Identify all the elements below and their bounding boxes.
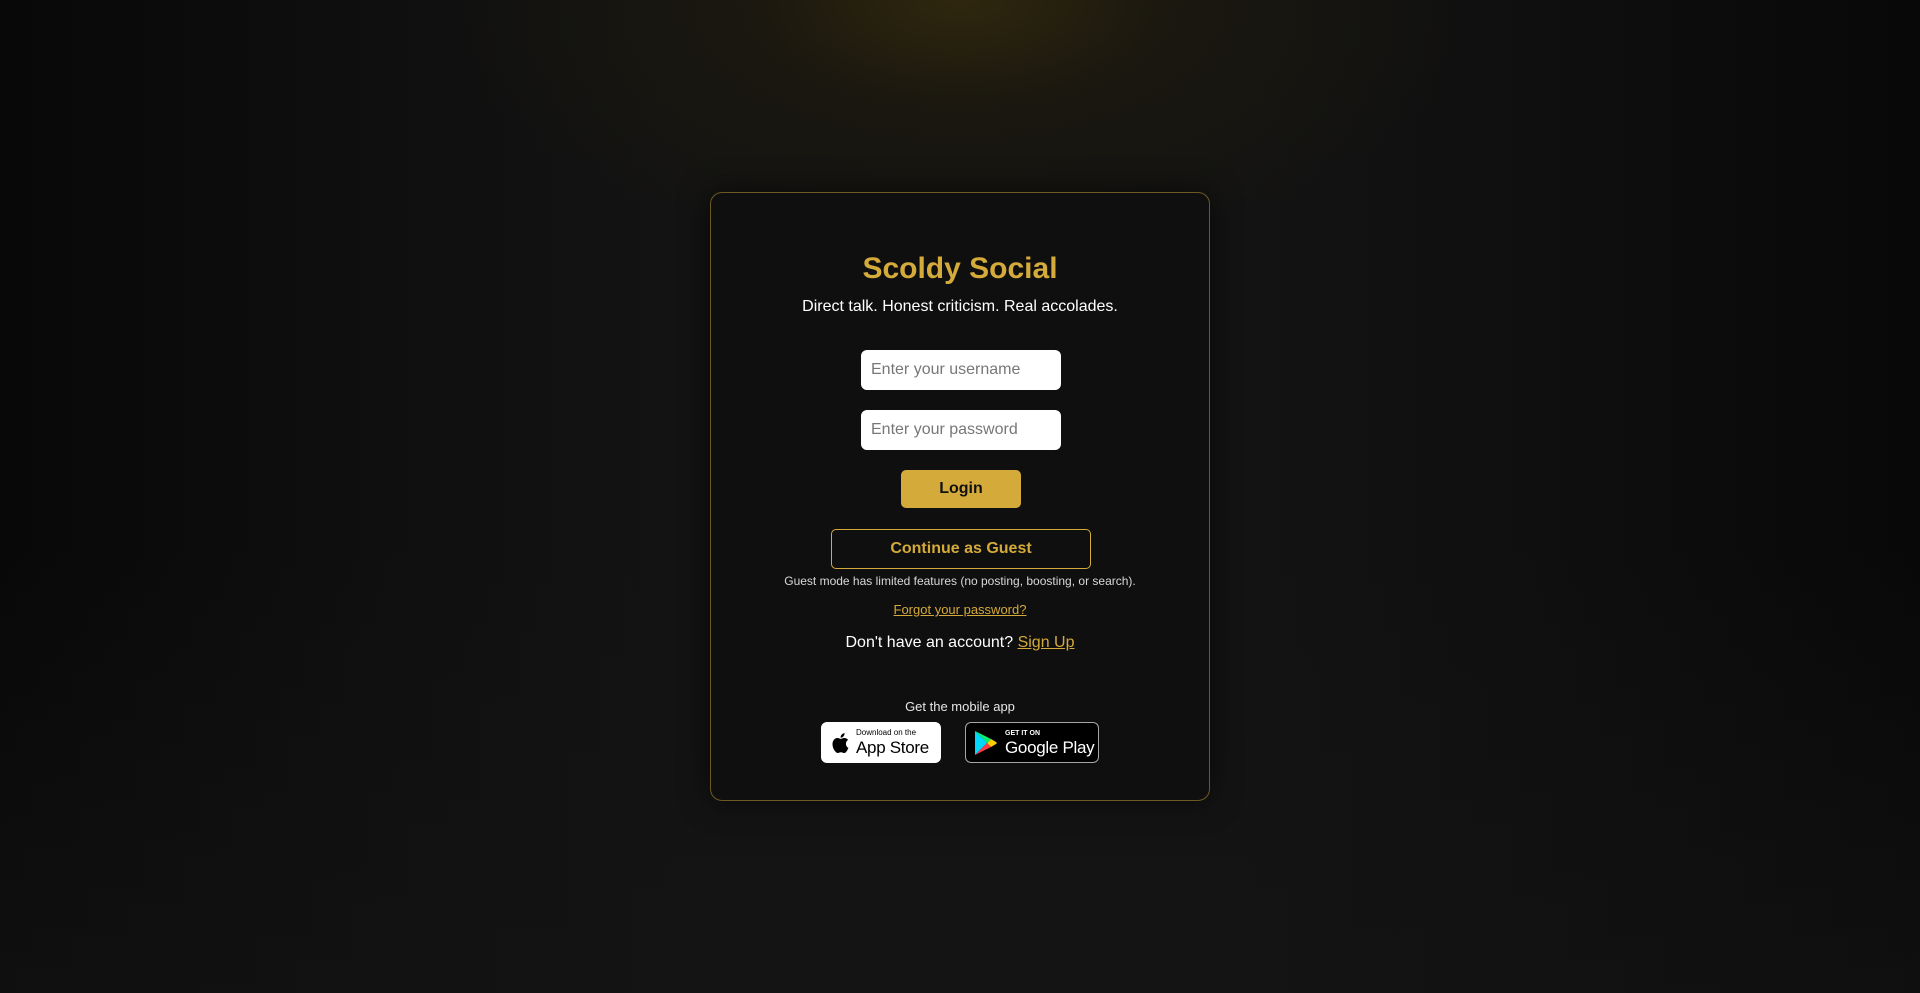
app-store-badge[interactable]: Download on the App Store [821,722,941,763]
username-input[interactable] [861,350,1061,390]
guest-mode-note: Guest mode has limited features (no post… [784,574,1136,588]
forgot-password-link[interactable]: Forgot your password? [894,602,1027,617]
app-store-small-text: Download on the [856,728,917,737]
password-input[interactable] [861,410,1061,450]
google-play-icon [975,730,997,755]
google-play-badge[interactable]: GET IT ON Google Play [965,722,1099,763]
signup-prompt: Don't have an account? [845,634,1014,651]
google-play-big-text: Google Play [1005,737,1095,757]
app-store-big-text: App Store [856,738,929,757]
login-button[interactable]: Login [901,470,1021,508]
signup-link[interactable]: Sign Up [1018,634,1075,651]
app-title: Scoldy Social [862,252,1058,285]
apple-icon [832,732,849,753]
forgot-password-row: Forgot your password? [711,602,1209,617]
signup-row: Don't have an account? Sign Up [711,634,1209,652]
app-tagline: Direct talk. Honest criticism. Real acco… [802,298,1118,315]
login-card: Scoldy Social Direct talk. Honest critic… [710,192,1210,801]
continue-as-guest-button[interactable]: Continue as Guest [831,529,1091,569]
google-play-small-text: GET IT ON [1005,729,1040,737]
mobile-app-label: Get the mobile app [905,699,1015,714]
